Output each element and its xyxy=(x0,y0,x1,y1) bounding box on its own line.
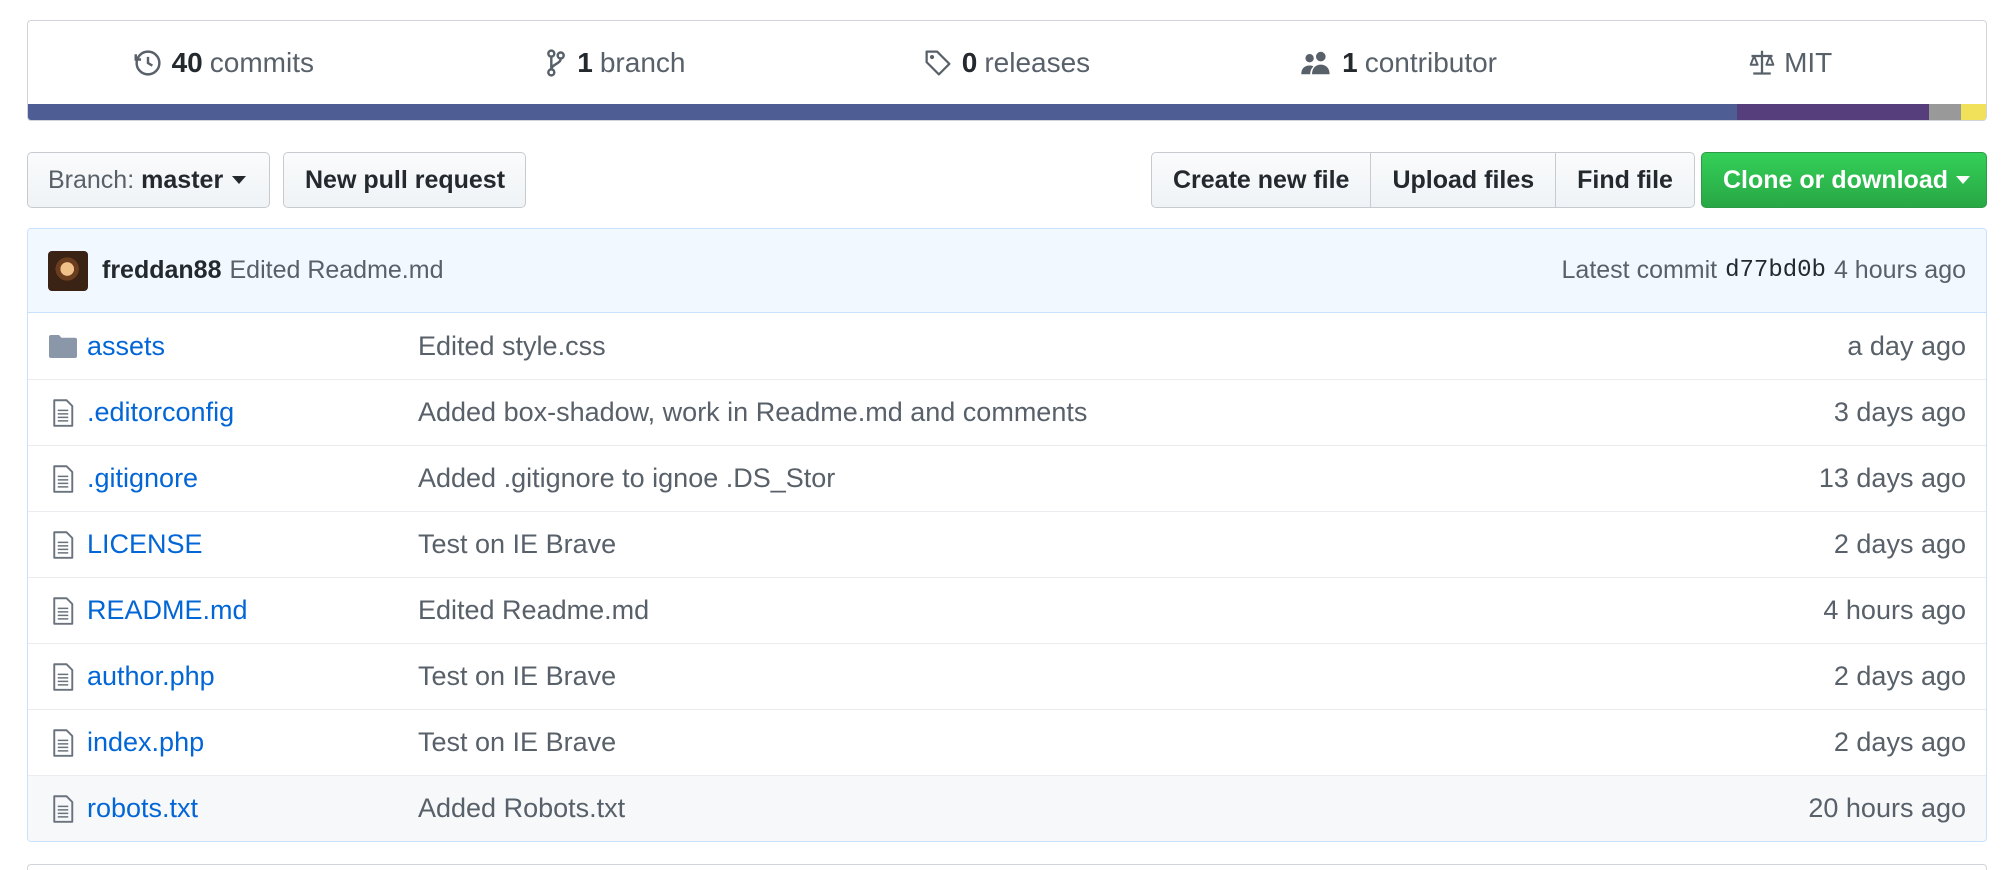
file-name-link[interactable]: robots.txt xyxy=(87,793,418,824)
file-commit-message-link[interactable]: Edited style.css xyxy=(418,331,606,362)
file-commit-message-link[interactable]: Added .gitignore to ignoe .DS_Stor xyxy=(418,463,835,494)
releases-link[interactable]: 0 releases xyxy=(811,21,1203,105)
table-row: index.php Test on IE Brave 2 days ago xyxy=(28,709,1986,775)
table-row: README.md Edited Readme.md 4 hours ago xyxy=(28,577,1986,643)
file-actions-group: Create new file Upload files Find file xyxy=(1151,152,1695,208)
commit-message-link[interactable]: Edited Readme.md xyxy=(229,256,443,285)
table-row: LICENSE Test on IE Brave 2 days ago xyxy=(28,511,1986,577)
file-name-link[interactable]: LICENSE xyxy=(87,529,418,560)
commits-link[interactable]: 40 commits xyxy=(28,21,420,105)
readme-box xyxy=(27,864,1987,870)
file-name-link[interactable]: .gitignore xyxy=(87,463,418,494)
file-name-link[interactable]: author.php xyxy=(87,661,418,692)
file-commit-message-link[interactable]: Test on IE Brave xyxy=(418,661,616,692)
history-icon xyxy=(134,50,161,76)
branch-prefix: Branch: xyxy=(48,165,135,194)
file-age: 2 days ago xyxy=(1833,727,1966,757)
people-icon xyxy=(1301,51,1330,75)
upload-files-button[interactable]: Upload files xyxy=(1370,152,1557,208)
table-row: author.php Test on IE Brave 2 days ago xyxy=(28,643,1986,709)
branches-link[interactable]: 1 branch xyxy=(420,21,812,105)
commit-sha-link[interactable]: d77bd0b xyxy=(1725,257,1826,284)
file-name-link[interactable]: .editorconfig xyxy=(87,397,418,428)
file-navigation-table: freddan88 Edited Readme.md Latest commit… xyxy=(27,228,1987,842)
branch-select-button[interactable]: Branch: master xyxy=(27,152,270,208)
file-age: 2 days ago xyxy=(1833,661,1966,691)
file-age: 3 days ago xyxy=(1833,397,1966,427)
file-icon xyxy=(48,728,78,758)
avatar[interactable] xyxy=(48,250,88,291)
file-commit-message-link[interactable]: Test on IE Brave xyxy=(418,529,616,560)
caret-down-icon xyxy=(232,176,247,184)
license-link[interactable]: MIT xyxy=(1594,21,1986,105)
releases-label: releases xyxy=(984,47,1091,78)
tag-icon xyxy=(925,50,951,76)
file-name-link[interactable]: README.md xyxy=(87,595,418,626)
folder-icon xyxy=(48,331,78,361)
contributors-label: contributor xyxy=(1364,47,1498,78)
file-age: a day ago xyxy=(1847,330,1966,361)
clone-or-download-button[interactable]: Clone or download xyxy=(1701,152,1987,208)
file-age: 20 hours ago xyxy=(1808,793,1966,823)
contributors-link[interactable]: 1 contributor xyxy=(1203,21,1595,105)
file-icon xyxy=(48,464,78,494)
contributors-count: 1 xyxy=(1342,47,1358,78)
commits-label: commits xyxy=(209,47,314,78)
file-commit-message-link[interactable]: Edited Readme.md xyxy=(418,595,649,626)
file-icon xyxy=(48,530,78,560)
new-pull-request-button[interactable]: New pull request xyxy=(283,152,526,208)
caret-down-icon xyxy=(1956,176,1970,184)
language-bar[interactable] xyxy=(28,104,1986,120)
file-age: 4 hours ago xyxy=(1823,595,1966,625)
file-commit-message-link[interactable]: Test on IE Brave xyxy=(418,727,616,758)
table-row: .editorconfig Added box-shadow, work in R… xyxy=(28,379,1986,445)
latest-commit-prefix: Latest commit xyxy=(1561,256,1718,284)
file-commit-message-link[interactable]: Added box-shadow, work in Readme.md and … xyxy=(418,397,1087,428)
create-new-file-button[interactable]: Create new file xyxy=(1151,152,1372,208)
file-age: 2 days ago xyxy=(1833,529,1966,559)
commit-age: 4 hours ago xyxy=(1833,256,1966,284)
table-row: assets Edited style.css a day ago xyxy=(28,313,1986,379)
file-list: assets Edited style.css a day ago .editorco… xyxy=(28,313,1986,841)
latest-commit-bar: freddan88 Edited Readme.md Latest commit… xyxy=(28,229,1986,313)
language-segment[interactable] xyxy=(1737,104,1930,120)
file-icon xyxy=(48,794,78,824)
git-branch-icon xyxy=(547,49,566,77)
file-name-link[interactable]: index.php xyxy=(87,727,418,758)
file-name-link[interactable]: assets xyxy=(87,331,418,362)
table-row: .gitignore Added .gitignore to ignoe .DS_… xyxy=(28,445,1986,511)
file-icon xyxy=(48,398,78,428)
branches-count: 1 xyxy=(577,47,593,78)
repo-summary: 40 commits 1 branch 0 releases 1 contrib… xyxy=(27,20,1987,121)
license-label: MIT xyxy=(1784,47,1833,78)
law-icon xyxy=(1749,50,1775,75)
commits-count: 40 xyxy=(171,47,203,78)
branches-label: branch xyxy=(599,47,686,78)
file-age: 13 days ago xyxy=(1818,463,1966,493)
table-row: robots.txt Added Robots.txt 20 hours ago xyxy=(28,775,1986,841)
commit-author-link[interactable]: freddan88 xyxy=(102,256,221,285)
branch-name: master xyxy=(141,165,224,194)
language-segment[interactable] xyxy=(1960,104,1986,120)
file-icon xyxy=(48,662,78,692)
language-segment[interactable] xyxy=(1929,104,1961,120)
clone-label: Clone or download xyxy=(1723,165,1948,194)
file-icon xyxy=(48,596,78,626)
find-file-button[interactable]: Find file xyxy=(1555,152,1695,208)
file-commit-message-link[interactable]: Added Robots.txt xyxy=(418,793,625,824)
language-segment[interactable] xyxy=(28,104,1738,120)
releases-count: 0 xyxy=(961,47,978,78)
commit-meta: Latest commit d77bd0b 4 hours ago xyxy=(1562,256,1966,285)
